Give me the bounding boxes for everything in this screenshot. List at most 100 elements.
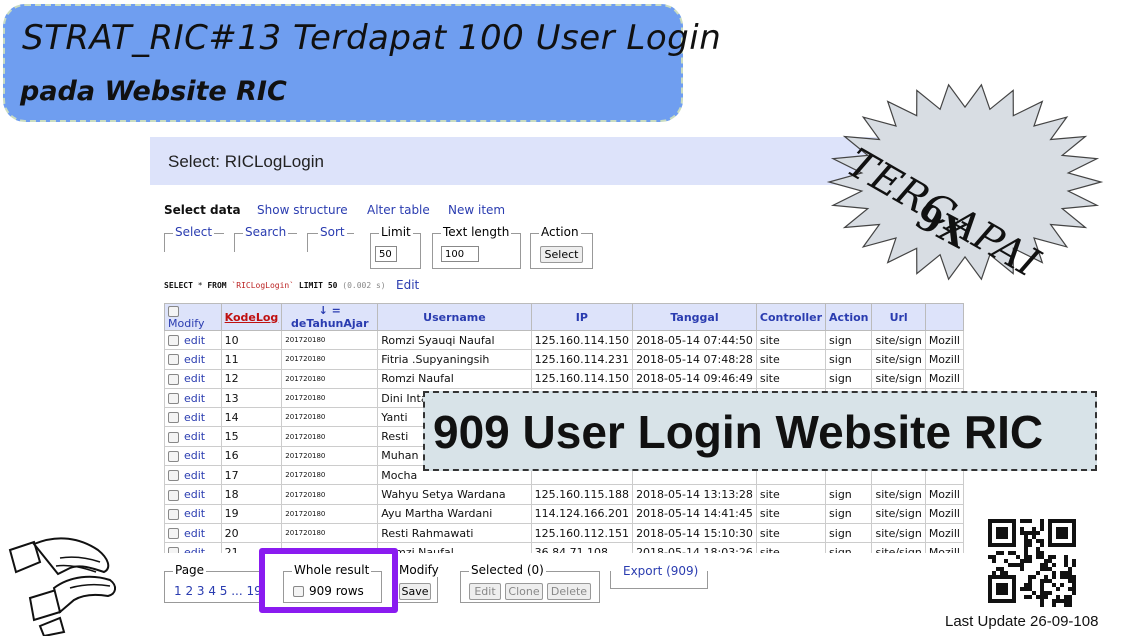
cell-detahunajar: 201720180 [281,368,379,389]
search-legend[interactable]: Search [243,225,289,239]
textlength-legend: Text length [441,225,512,239]
pagination-links[interactable]: 1 2 3 4 5 ... 19 [174,584,262,598]
export-link[interactable]: Export (909) [621,564,701,578]
row-checkbox[interactable] [168,373,179,385]
cell-detahunajar: 201720180 [281,387,379,409]
cell-url: site/sign [871,368,926,389]
menu-new-item[interactable]: New item [448,203,505,217]
cell-detahunajar: 201720180 [281,426,379,447]
table-row[interactable]: edit 18 201720180 Wahyu Setya Wardana 125.16… [164,484,964,505]
cell-username: Wahyu Setya Wardana [377,484,532,505]
col-controller[interactable]: Controller [755,303,827,331]
row-edit-link[interactable]: edit [164,484,222,505]
row-checkbox[interactable] [168,547,179,553]
limit-legend: Limit [379,225,413,239]
cell-action: sign [825,349,873,370]
row-edit-link[interactable]: edit [164,445,222,467]
row-checkbox[interactable] [168,508,179,520]
cell-kodelog: 12 [220,368,283,389]
col-url[interactable]: Url [871,303,926,331]
cell-kodelog: 14 [220,407,283,428]
row-edit-link[interactable]: edit [164,503,222,524]
cell-controller: site [755,522,827,544]
cell-kodelog: 11 [220,349,283,370]
cell-url: site/sign [871,484,926,505]
cell-detahunajar: 201720180 [281,465,379,486]
sort-fieldset: Sort [307,225,354,252]
cell-kodelog: 10 [220,329,283,351]
page-title: Select: RICLogLogin [168,152,324,171]
edit-button[interactable]: Edit [469,583,501,600]
cell-username: Ayu Martha Wardani [377,503,532,524]
col-useragent[interactable] [924,303,964,331]
textlength-input[interactable]: 100 [441,246,479,262]
menu-show-structure[interactable]: Show structure [257,203,348,217]
row-checkbox[interactable] [168,489,179,501]
selected-fieldset: Selected (0) Edit Clone Delete [460,563,600,603]
select-all-checkbox[interactable] [168,305,179,317]
table-row[interactable]: edit 11 201720180 Fitria .Supyaningsih 125.1… [164,349,964,370]
row-checkbox[interactable] [168,528,179,540]
row-edit-link[interactable]: edit [164,387,222,409]
col-kodelog[interactable]: KodeLog [220,303,283,331]
cell-detahunajar: 201720180 [281,349,379,370]
page-fieldset: Page 1 2 3 4 5 ... 19 [164,563,262,603]
row-edit-link[interactable]: edit [164,349,222,370]
last-update-text: Last Update 26-09-108 [945,613,1099,630]
modify-fieldset: Modify Save [392,563,441,603]
cell-url: site/sign [871,542,926,553]
table-row[interactable]: edit 10 201720180 Romzi Syauqi Naufal 125.16… [164,329,964,351]
col-action[interactable]: Action [825,303,873,331]
cell-tanggal: 2018-05-14 07:48:28 [632,349,757,370]
col-tanggal[interactable]: Tanggal [632,303,757,331]
col-detahunajar[interactable]: ↓ = deTahunAjar [281,303,379,331]
limit-input[interactable]: 50 [375,246,397,262]
cell-action: sign [825,522,873,544]
col-modify[interactable]: Modify [164,303,222,331]
select-legend[interactable]: Select [173,225,215,239]
cell-ip: 125.160.114.150 [530,368,634,389]
row-edit-link[interactable]: edit [164,368,222,389]
action-legend: Action [539,225,581,239]
cell-detahunajar: 201720180 [281,329,379,351]
cell-username: Romzi Naufal [377,368,532,389]
row-checkbox[interactable] [168,450,179,462]
cell-url: site/sign [871,503,926,524]
cell-tanggal: 2018-05-14 18:03:26 [632,542,757,553]
cell-controller: site [755,542,827,553]
col-username[interactable]: Username [377,303,532,331]
delete-button[interactable]: Delete [547,583,591,600]
col-ip[interactable]: IP [530,303,634,331]
cell-tanggal: 2018-05-14 13:13:28 [632,484,757,505]
cell-kodelog: 20 [220,522,283,544]
row-checkbox[interactable] [168,470,179,482]
row-checkbox[interactable] [168,335,179,347]
sort-legend[interactable]: Sort [318,225,347,239]
select-action-button[interactable]: Select [540,246,583,263]
caption-text: 909 User Login Website RIC [433,406,1044,458]
cell-kodelog: 13 [220,387,283,409]
row-checkbox[interactable] [168,431,179,443]
row-checkbox[interactable] [168,393,179,405]
row-edit-link[interactable]: edit [164,426,222,447]
table-row[interactable]: edit 20 201720180 Resti Rahmawati 125.160.11… [164,522,964,544]
cell-controller: site [755,503,827,524]
row-edit-link[interactable]: edit [164,522,222,544]
row-checkbox[interactable] [168,412,179,424]
clone-button[interactable]: Clone [505,583,543,600]
table-row[interactable]: edit 12 201720180 Romzi Naufal 125.160.114.1… [164,368,964,389]
cell-action: sign [825,484,873,505]
sql-edit-link[interactable]: Edit [396,278,419,292]
menu-alter-table[interactable]: Alter table [367,203,430,217]
row-edit-link[interactable]: edit [164,329,222,351]
cell-url: site/sign [871,522,926,544]
row-edit-link[interactable]: edit [164,542,222,553]
save-button[interactable]: Save [399,583,431,600]
cell-useragent: Mozill [924,329,964,351]
menu-select-data[interactable]: Select data [164,203,241,217]
row-checkbox[interactable] [168,354,179,366]
table-row[interactable]: edit 19 201720180 Ayu Martha Wardani 114.124… [164,503,964,524]
cell-ip: 125.160.114.231 [530,349,634,370]
row-edit-link[interactable]: edit [164,465,222,486]
row-edit-link[interactable]: edit [164,407,222,428]
